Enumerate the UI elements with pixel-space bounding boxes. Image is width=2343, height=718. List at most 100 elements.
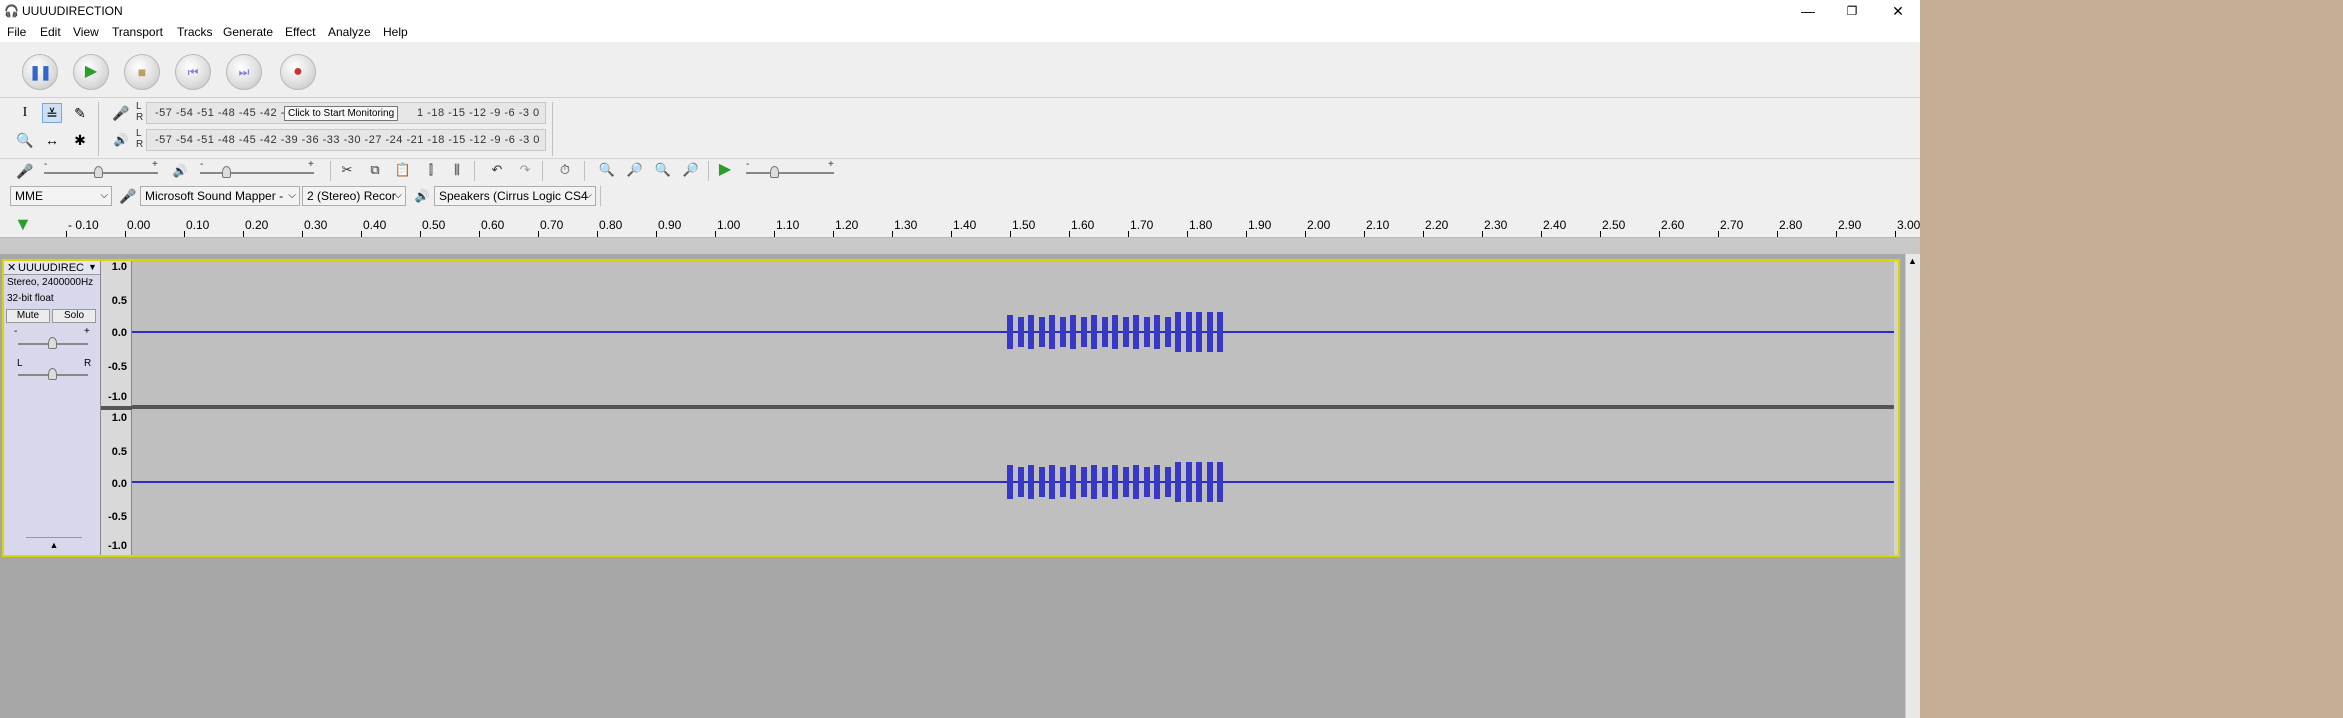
- skip-to-start-button[interactable]: ⏮: [175, 54, 211, 90]
- record-meter-mic-icon[interactable]: 🎤: [111, 103, 131, 123]
- recording-volume-thumb[interactable]: [94, 166, 103, 178]
- cut-icon[interactable]: ✂: [336, 159, 358, 181]
- vertical-scrollbar[interactable]: ▲: [1905, 254, 1920, 718]
- playback-meter-R: R: [136, 139, 144, 150]
- trim-icon[interactable]: ⫿: [420, 159, 442, 181]
- multi-tool-icon[interactable]: ✱: [70, 130, 90, 150]
- zoom-tool-icon[interactable]: 🔍: [15, 130, 35, 150]
- minimize-button[interactable]: —: [1786, 0, 1830, 22]
- skip-to-end-button[interactable]: ⏭: [226, 54, 262, 90]
- play-at-speed-icon[interactable]: ▶: [714, 159, 736, 181]
- waveform-sample-burst: [1101, 467, 1108, 497]
- waveform-sample-burst: [1007, 315, 1013, 349]
- restore-button[interactable]: ❐: [1830, 0, 1874, 22]
- track-bit-depth-info: 32-bit float: [7, 293, 54, 304]
- recording-device-mic-icon: 🎤: [119, 188, 137, 204]
- timeline-ruler[interactable]: - 0.10 0.00 0.10 0.20 0.30 0.40 0.50 0.60 0.70 0.…: [0, 211, 1920, 238]
- waveform-right-channel[interactable]: [132, 409, 1894, 555]
- scale-label: 0.5: [111, 295, 127, 307]
- menu-view[interactable]: View: [73, 25, 99, 39]
- selection-tool-icon[interactable]: I: [15, 103, 35, 123]
- audio-host-select[interactable]: MME ⌵: [10, 186, 112, 206]
- menu-analyze[interactable]: Analyze: [328, 25, 371, 39]
- menu-file[interactable]: File: [7, 25, 26, 39]
- paste-icon[interactable]: 📋: [392, 159, 414, 181]
- ruler-tick-label: 2.80: [1779, 218, 1803, 232]
- scale-label: -0.5: [108, 511, 127, 523]
- menu-edit[interactable]: Edit: [40, 25, 61, 39]
- ruler-tick: [715, 231, 716, 237]
- undo-icon[interactable]: ↶: [486, 159, 508, 181]
- time-shift-tool-icon[interactable]: ↔: [42, 130, 62, 150]
- waveform-baseline: [132, 481, 1894, 483]
- track-menu-arrow-icon[interactable]: ▼: [88, 262, 97, 272]
- record-button[interactable]: ●: [280, 54, 316, 90]
- pan-left-label: L: [17, 358, 23, 369]
- mute-button[interactable]: Mute: [6, 309, 50, 323]
- waveform-sample-burst: [1059, 467, 1066, 497]
- sync-lock-icon[interactable]: ⏱: [554, 159, 576, 181]
- envelope-tool-icon[interactable]: ≚: [42, 103, 62, 123]
- playback-device-select[interactable]: Speakers (Cirrus Logic CS4 ⌵: [434, 186, 596, 206]
- timeline-quick-play-strip[interactable]: [0, 238, 1920, 254]
- waveform-sample-burst: [1028, 465, 1034, 499]
- scroll-up-arrow-icon[interactable]: ▲: [1908, 256, 1917, 266]
- close-window-button[interactable]: ✕: [1876, 0, 1920, 22]
- fit-project-icon[interactable]: 🔎: [680, 159, 702, 181]
- vertical-scale[interactable]: 1.0 0.5 0.0 -0.5 -1.0 1.0 0.5 0.0 -0.5 -…: [101, 261, 132, 555]
- menu-transport[interactable]: Transport: [112, 25, 163, 39]
- menu-generate[interactable]: Generate: [223, 25, 273, 39]
- gain-minus-label: -: [14, 326, 18, 337]
- track-gain-thumb[interactable]: [48, 337, 57, 349]
- track-name-button[interactable]: UUUUDIREC: [18, 262, 84, 274]
- track-control-panel[interactable]: ✕ UUUUDIREC ▼ Stereo, 2400000Hz 32-bit f…: [4, 261, 101, 555]
- chevron-down-icon: ⌵: [394, 190, 402, 201]
- stop-button[interactable]: ■: [124, 54, 160, 90]
- recording-device-select[interactable]: Microsoft Sound Mapper - ⌵: [140, 186, 300, 206]
- waveform-sample-burst: [1143, 467, 1150, 497]
- draw-tool-icon[interactable]: ✎: [70, 103, 90, 123]
- record-meter-scale-right: 1 -18 -15 -12 -9 -6 -3 0: [417, 107, 540, 119]
- menu-help[interactable]: Help: [383, 25, 408, 39]
- pause-button[interactable]: ❚❚: [22, 54, 58, 90]
- playback-meter-scale: -57 -54 -51 -48 -45 -42 -39 -36 -33 -30 …: [155, 134, 540, 146]
- ruler-tick: [656, 231, 657, 237]
- solo-button[interactable]: Solo: [52, 309, 96, 323]
- play-slider-plus: +: [308, 159, 315, 170]
- playback-meter-speaker-icon[interactable]: 🔊: [111, 130, 131, 150]
- waveform-sample-burst: [1112, 465, 1118, 499]
- silence-icon[interactable]: ⫼: [446, 159, 468, 181]
- playback-volume-slider[interactable]: [200, 172, 314, 174]
- rec-slider-plus: +: [152, 159, 159, 170]
- menu-effect[interactable]: Effect: [285, 25, 315, 39]
- ruler-tick-label: 1.60: [1071, 218, 1095, 232]
- track-pan-thumb[interactable]: [48, 368, 57, 380]
- device-toolbar: MME ⌵ 🎤 Microsoft Sound Mapper - ⌵ 2 (Ste…: [0, 184, 1920, 208]
- ruler-tick-label: 1.50: [1012, 218, 1036, 232]
- waveform-left-channel[interactable]: [132, 261, 1894, 405]
- ruler-tick: [1541, 231, 1542, 237]
- play-head-triangle-icon[interactable]: ▼: [14, 214, 32, 235]
- ruler-tick: [1069, 231, 1070, 237]
- track-close-button[interactable]: ✕: [7, 261, 16, 274]
- playback-volume-thumb[interactable]: [222, 166, 231, 178]
- menu-tracks[interactable]: Tracks: [177, 25, 213, 39]
- play-speed-slider[interactable]: [746, 172, 834, 174]
- play-button[interactable]: ▶: [73, 54, 109, 90]
- redo-icon[interactable]: ↷: [514, 159, 536, 181]
- ruler-tick: [1423, 231, 1424, 237]
- ruler-tick-label: 0.70: [540, 218, 564, 232]
- ruler-tick: [951, 231, 952, 237]
- collapse-track-button[interactable]: ▲: [26, 537, 82, 551]
- zoom-in-icon[interactable]: 🔍: [596, 159, 618, 181]
- zoom-out-icon[interactable]: 🔎: [624, 159, 646, 181]
- copy-icon[interactable]: ⧉: [364, 159, 386, 181]
- waveform-sample-burst: [1217, 462, 1223, 502]
- fit-selection-icon[interactable]: 🔍: [652, 159, 674, 181]
- title-bar: 🎧 UUUUDIRECTION — ❐ ✕: [0, 0, 1920, 22]
- ruler-tick: [597, 231, 598, 237]
- recording-channels-value: 2 (Stereo) Recor: [307, 189, 396, 203]
- play-speed-thumb[interactable]: [770, 166, 779, 178]
- playback-meter[interactable]: -57 -54 -51 -48 -45 -42 -39 -36 -33 -30 …: [146, 129, 546, 151]
- recording-channels-select[interactable]: 2 (Stereo) Recor ⌵: [302, 186, 406, 206]
